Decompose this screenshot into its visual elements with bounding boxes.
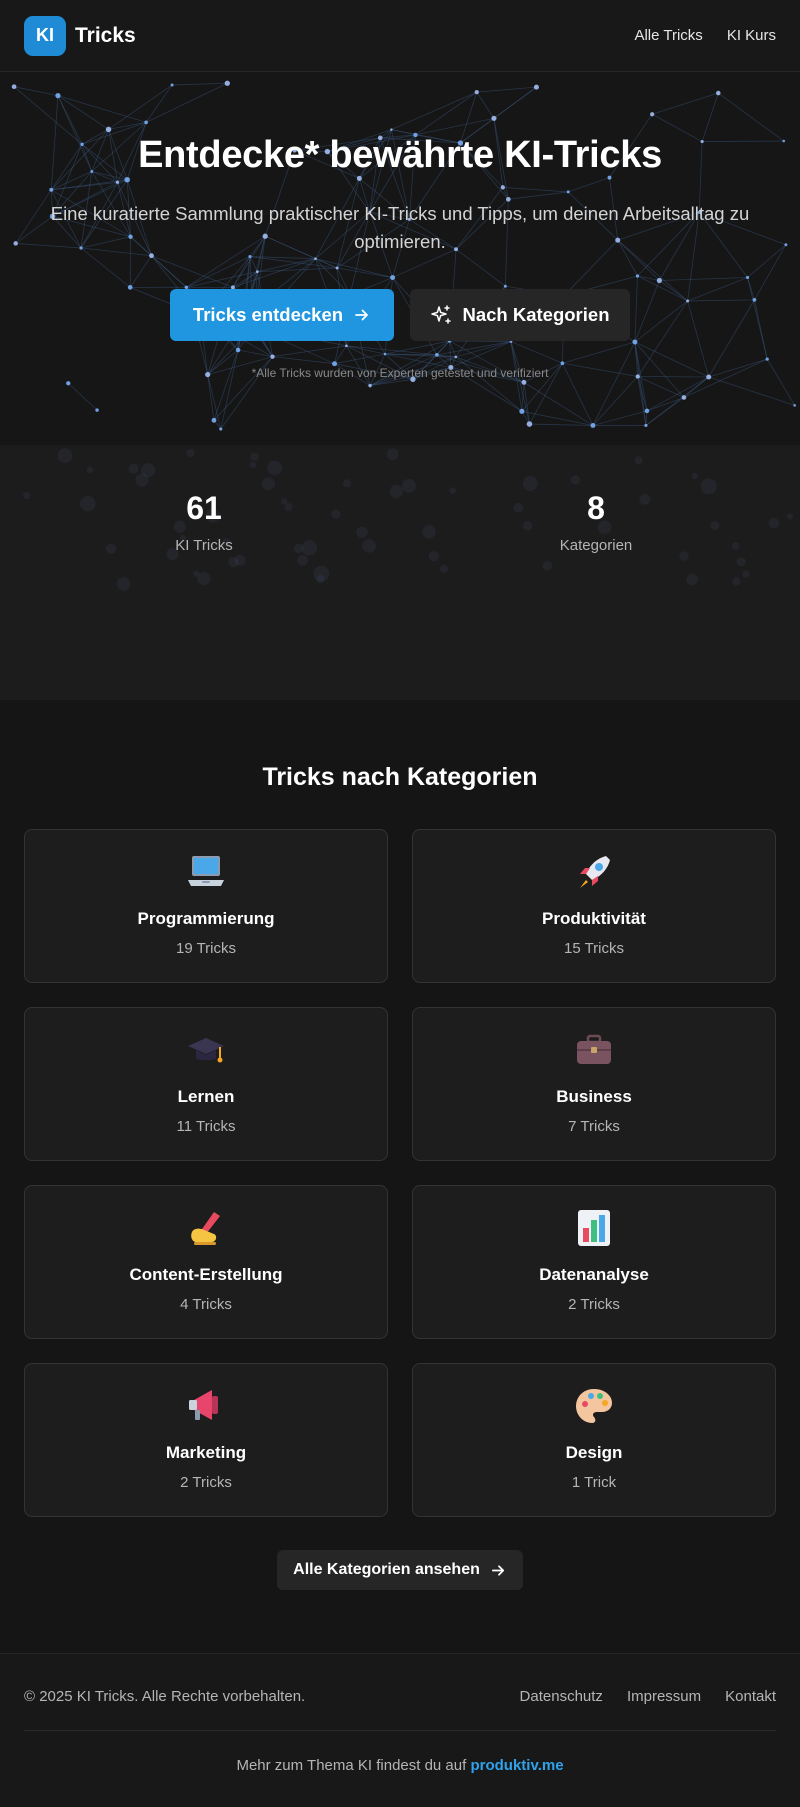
category-name: Marketing: [165, 1443, 247, 1462]
copyright-text: © 2025 KI Tricks. Alle Rechte vorbehalte…: [24, 1688, 306, 1705]
category-card-business[interactable]: Business 7 Tricks: [412, 1007, 776, 1161]
main-nav: Alle Tricks KI Kurs: [634, 27, 776, 44]
footer-link-kontakt[interactable]: Kontakt: [725, 1688, 776, 1705]
section-title: Tricks nach Kategorien: [262, 763, 538, 791]
writing-hand-icon: [191, 1212, 220, 1245]
category-card-design[interactable]: Design 1 Trick: [412, 1363, 776, 1517]
category-name: Design: [565, 1443, 623, 1462]
category-count: 1 Trick: [571, 1474, 617, 1491]
hero-section: Entdecke* bewährte KI-Tricks Eine kurati…: [0, 72, 800, 445]
graduation-cap-icon: [188, 1038, 224, 1063]
arrow-right-icon: [491, 1564, 504, 1576]
hero-subtitle: Eine kuratierte Sammlung praktischer KI-…: [50, 203, 750, 252]
category-name: Content-Erstellung: [129, 1265, 283, 1284]
stat-label: KI Tricks: [175, 537, 233, 554]
megaphone-icon: [189, 1390, 218, 1420]
category-name: Lernen: [177, 1087, 235, 1106]
footer-link-impressum[interactable]: Impressum: [627, 1688, 701, 1705]
categories-section: Tricks nach Kategorien Programmierung 19…: [0, 700, 800, 1653]
produktiv-link[interactable]: produktiv.me: [470, 1757, 563, 1774]
nav-link-alle-tricks[interactable]: Alle Tricks: [634, 27, 702, 44]
stat-tricks: 61 KI Tricks: [104, 490, 304, 554]
hero-footnote: *Alle Tricks wurden von Experten geteste…: [251, 366, 549, 380]
category-card-datenanalyse[interactable]: Datenanalyse 2 Tricks: [412, 1185, 776, 1339]
stat-value: 61: [186, 490, 222, 526]
discover-tricks-label: Tricks entdecken: [192, 304, 344, 325]
footer-link-datenschutz[interactable]: Datenschutz: [520, 1688, 603, 1705]
category-name: Produktivität: [542, 909, 646, 928]
rocket-icon: [580, 856, 610, 888]
category-count: 7 Tricks: [568, 1118, 620, 1135]
dots-background: [23, 448, 793, 591]
category-card-programmierung[interactable]: Programmierung 19 Tricks: [24, 829, 388, 983]
more-info-text: Mehr zum Thema KI findest du auf: [236, 1757, 467, 1774]
category-count: 2 Tricks: [568, 1296, 620, 1313]
bar-chart-icon: [578, 1210, 610, 1246]
footer-more-info: Mehr zum Thema KI findest du auf produkt…: [0, 1757, 800, 1774]
category-name: Business: [556, 1087, 632, 1106]
discover-tricks-button[interactable]: Tricks entdecken: [170, 289, 394, 341]
category-count: 2 Tricks: [180, 1474, 232, 1491]
category-card-marketing[interactable]: Marketing 2 Tricks: [24, 1363, 388, 1517]
browse-categories-button[interactable]: Nach Kategorien: [410, 289, 630, 341]
laptop-icon: [188, 856, 224, 886]
stats-section: 61 KI Tricks 8 Kategorien: [0, 445, 800, 700]
all-categories-button[interactable]: Alle Kategorien ansehen: [277, 1550, 523, 1590]
category-card-lernen[interactable]: Lernen 11 Tricks: [24, 1007, 388, 1161]
hero-title: Entdecke* bewährte KI-Tricks: [138, 134, 662, 176]
nav-link-ki-kurs[interactable]: KI Kurs: [727, 27, 776, 44]
category-name: Datenanalyse: [539, 1265, 649, 1284]
stat-label: Kategorien: [559, 537, 633, 554]
arrow-right-icon: [355, 309, 368, 321]
sparkles-icon: [431, 305, 452, 324]
category-count: 4 Tricks: [180, 1296, 232, 1313]
category-count: 15 Tricks: [563, 940, 624, 957]
brand-logo[interactable]: KI Tricks: [24, 15, 136, 56]
palette-icon: [576, 1389, 612, 1423]
category-card-produktivitaet[interactable]: Produktivität 15 Tricks: [412, 829, 776, 983]
briefcase-icon: [577, 1034, 611, 1064]
brand-name: Tricks: [75, 23, 136, 47]
category-count: 11 Tricks: [176, 1118, 236, 1135]
logo-badge: KI: [24, 15, 66, 56]
browse-categories-label: Nach Kategorien: [462, 304, 610, 325]
footer-links: Datenschutz Impressum Kontakt: [520, 1688, 776, 1705]
category-card-content-erstellung[interactable]: Content-Erstellung 4 Tricks: [24, 1185, 388, 1339]
category-count: 19 Tricks: [175, 940, 236, 957]
category-name: Programmierung: [137, 909, 275, 928]
site-footer: © 2025 KI Tricks. Alle Rechte vorbehalte…: [0, 1653, 800, 1807]
site-header: KI Tricks Alle Tricks KI Kurs: [0, 0, 800, 72]
all-categories-label: Alle Kategorien ansehen: [293, 1561, 480, 1578]
footer-divider: [24, 1730, 776, 1731]
stat-categories: 8 Kategorien: [496, 490, 696, 554]
stat-value: 8: [587, 490, 605, 526]
network-background: [11, 80, 796, 431]
